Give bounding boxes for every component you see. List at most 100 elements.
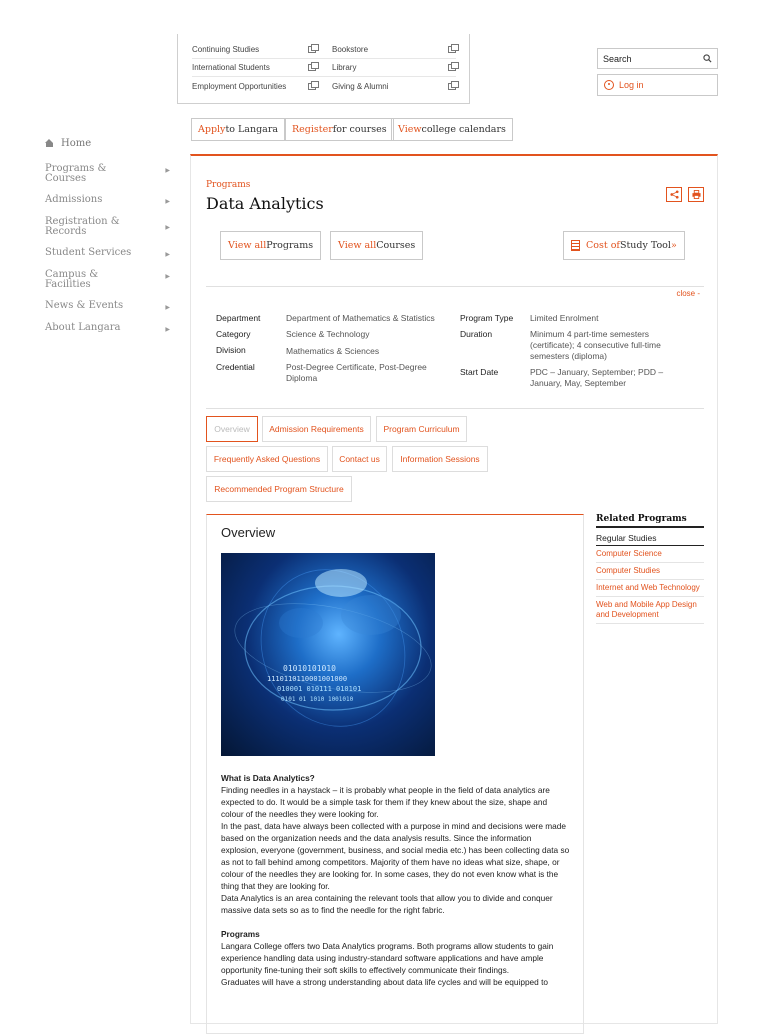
quick-link-label[interactable]: Giving & Alumni — [332, 82, 388, 91]
apply-text: to Langara — [225, 124, 279, 135]
cost-label: Cost of — [586, 240, 620, 251]
nav-item-campus-facilities[interactable]: Campus & Facilities ▶ — [45, 270, 170, 290]
nav-item-label: Admissions — [45, 193, 103, 205]
tab-admission-requirements[interactable]: Admission Requirements — [262, 416, 371, 442]
nav-item-student-services[interactable]: Student Services ▶ — [45, 246, 170, 260]
register-button[interactable]: Register for courses — [285, 118, 394, 141]
register-text: for courses — [332, 124, 387, 135]
arrow-right-icon: ▶ — [165, 167, 170, 174]
external-link-icon — [308, 62, 319, 71]
tab-faq[interactable]: Frequently Asked Questions — [206, 446, 328, 472]
login-button[interactable]: Log in — [597, 74, 718, 96]
arrow-right-icon: ▶ — [165, 197, 170, 205]
quick-link-label[interactable]: Continuing Studies — [192, 45, 259, 54]
quick-link[interactable]: International Students — [192, 62, 322, 72]
quick-link-label[interactable]: Employment Opportunities — [192, 82, 286, 91]
paragraph: In the past, data have always been colle… — [221, 821, 570, 891]
duration-label: Duration — [460, 329, 493, 339]
view-text: college calendars — [421, 124, 506, 135]
arrow-right-icon: ▶ — [165, 224, 170, 231]
quick-links-row: Continuing Studies Bookstore — [192, 41, 459, 59]
arrow-right-icon: ▶ — [165, 273, 170, 280]
share-button[interactable] — [666, 187, 682, 202]
print-button[interactable] — [688, 187, 704, 202]
arrow-right-icon: ▶ — [165, 303, 170, 311]
quick-link-label[interactable]: International Students — [192, 63, 270, 72]
apply-button[interactable]: Apply to Langara — [191, 118, 286, 141]
login-label: Log in — [619, 80, 644, 90]
quick-link[interactable]: Employment Opportunities — [192, 80, 322, 91]
page-title: Data Analytics — [206, 194, 324, 213]
search-input[interactable]: Search — [597, 48, 718, 69]
view-all-programs-button[interactable]: View all Programs — [220, 231, 322, 260]
tab-label: Information Sessions — [400, 454, 480, 464]
related-programs-subtitle: Regular Studies — [596, 528, 704, 546]
nav-item-label: Registration & Records — [45, 216, 120, 237]
quick-link[interactable]: Continuing Studies — [192, 44, 322, 54]
credential-value: Post-Degree Certificate, Post-Degree Dip… — [286, 362, 427, 383]
duration-value: Minimum 4 part-time semesters (certifica… — [530, 329, 661, 361]
apply-link: Apply — [198, 124, 226, 135]
print-icon — [691, 190, 701, 199]
external-link-icon — [448, 62, 459, 71]
view-all-courses-button[interactable]: View all Courses — [330, 231, 424, 260]
overview-title: Overview — [221, 525, 276, 540]
nav-item-programs-courses[interactable]: Programs & Courses ▶ — [45, 164, 170, 184]
paragraph: Graduates will have a strong understandi… — [221, 977, 549, 987]
section-heading: What is Data Analytics? — [221, 773, 315, 783]
view-all-label: View all — [338, 240, 377, 251]
tab-program-curriculum[interactable]: Program Curriculum — [376, 416, 467, 442]
quick-link-label[interactable]: Bookstore — [332, 45, 368, 54]
division-label: Division — [216, 345, 246, 355]
cost-of-study-button[interactable]: Cost of Study Tool » — [563, 231, 685, 260]
related-program-link[interactable]: Computer Science — [596, 546, 704, 563]
study-tool-label: Study Tool — [619, 240, 671, 251]
related-program-link[interactable]: Web and Mobile App Design and Developmen… — [596, 597, 704, 624]
register-link: Register — [292, 124, 333, 135]
program-panel: Programs Data Analytics View all Program… — [190, 154, 718, 1034]
binary-text: 0101 01 1010 1001010 — [281, 696, 354, 703]
nav-item-registration-records[interactable]: Registration & Records ▶ — [45, 217, 170, 237]
arrow-right-icon: ▶ — [165, 326, 170, 333]
search-icon[interactable] — [703, 54, 712, 63]
nav-home-label: Home — [61, 137, 92, 149]
tab-recommended-program-structure[interactable]: Recommended Program Structure — [206, 476, 352, 502]
tab-label: Program Curriculum — [383, 424, 460, 434]
view-calendars-button[interactable]: View college calendars — [391, 118, 513, 141]
breadcrumb[interactable]: Programs — [206, 180, 250, 190]
tab-contact-us[interactable]: Contact us — [332, 446, 387, 472]
quick-link-label[interactable]: Library — [332, 63, 356, 72]
related-program-link[interactable]: Internet and Web Technology — [596, 580, 704, 597]
quick-link[interactable]: Library — [322, 62, 459, 72]
binary-text: 1110110110001001000 — [267, 675, 347, 683]
view-all-label: View all — [228, 240, 267, 251]
tab-label: Frequently Asked Questions — [213, 454, 321, 464]
home-icon — [45, 139, 54, 147]
external-link-icon — [308, 44, 319, 53]
nav-item-admissions[interactable]: Admissions ▶ — [45, 193, 170, 207]
quick-links-box: Continuing Studies Bookstore Internation… — [177, 34, 470, 104]
division-value: Mathematics & Sciences — [286, 346, 380, 356]
quick-link[interactable]: Bookstore — [322, 44, 459, 54]
quick-links-row: Employment Opportunities Giving & Alumni — [192, 77, 459, 95]
globe-graphic: 01010101010 1110110110001001000 010001 0… — [234, 569, 432, 727]
tab-label: Overview — [214, 424, 250, 434]
start-date-label: Start Date — [460, 367, 499, 377]
tab-overview[interactable]: Overview — [206, 416, 258, 442]
nav-home[interactable]: Home — [45, 136, 170, 150]
close-link[interactable]: close - — [676, 289, 700, 298]
quick-link[interactable]: Giving & Alumni — [322, 80, 459, 91]
tab-label: Admission Requirements — [269, 424, 364, 434]
chevron-right-icon: » — [670, 240, 677, 251]
calculator-icon — [571, 240, 580, 251]
programs-label: Programs — [266, 240, 314, 251]
nav-item-label: Student Services — [45, 246, 132, 258]
related-programs: Related Programs Regular Studies Compute… — [596, 514, 704, 624]
related-program-link[interactable]: Computer Studies — [596, 563, 704, 580]
nav-item-about-langara[interactable]: About Langara ▶ — [45, 323, 170, 335]
tab-information-sessions[interactable]: Information Sessions — [392, 446, 488, 472]
search-placeholder: Search — [603, 53, 632, 64]
department-link[interactable]: Department of Mathematics & Statistics — [286, 313, 446, 324]
nav-item-news-events[interactable]: News & Events ▶ — [45, 300, 170, 313]
binary-text: 010001 010111 010101 — [277, 685, 361, 693]
